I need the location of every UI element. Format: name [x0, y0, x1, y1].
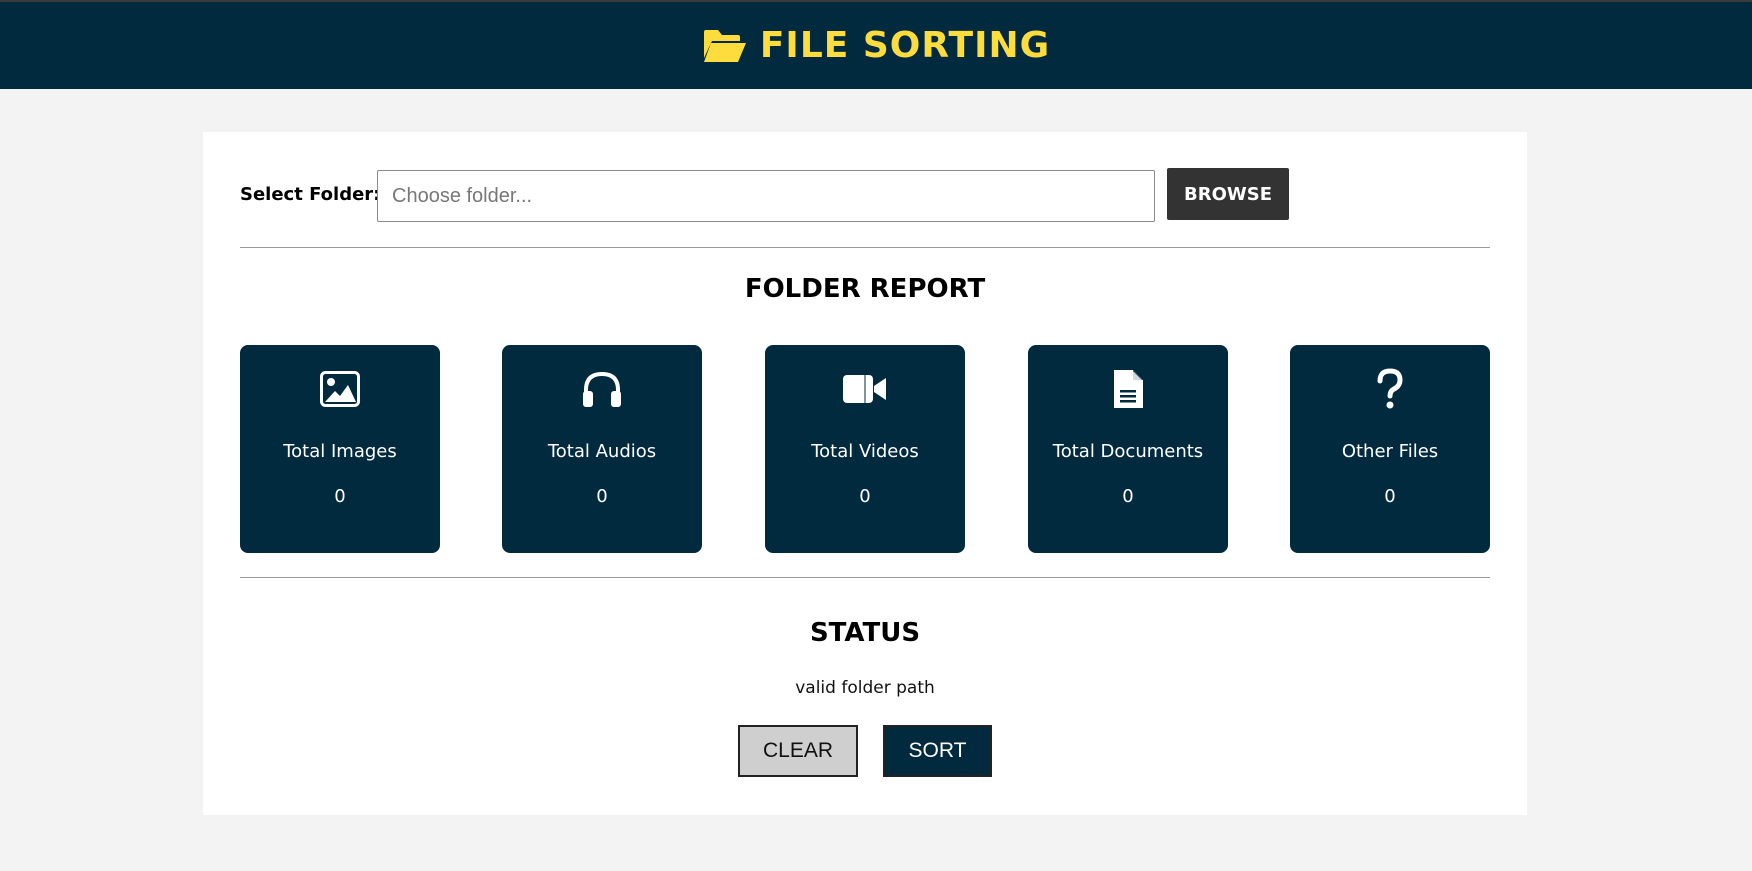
tile-label: Total Audios	[547, 441, 657, 462]
tile-total-audios: Total Audios 0	[502, 345, 702, 553]
tile-count: 0	[1384, 486, 1396, 507]
tile-label: Other Files	[1341, 441, 1439, 462]
main-card: Select Folder: BROWSE FOLDER REPORT Tota…	[203, 132, 1527, 815]
browse-button[interactable]: BROWSE	[1167, 168, 1289, 220]
tile-total-images: Total Images 0	[240, 345, 440, 553]
tile-count: 0	[859, 486, 871, 507]
document-icon	[1028, 367, 1228, 411]
tile-count: 0	[1122, 486, 1134, 507]
status-message: valid folder path	[795, 678, 935, 698]
folder-open-icon	[702, 28, 748, 64]
status-title: STATUS	[809, 618, 921, 648]
app-title: FILE SORTING	[759, 25, 1051, 66]
tile-label: Total Videos	[811, 441, 919, 462]
video-camera-icon	[765, 367, 965, 411]
question-icon	[1290, 367, 1490, 411]
tile-total-documents: Total Documents 0	[1028, 345, 1228, 553]
folder-report-title: FOLDER REPORT	[744, 274, 986, 304]
divider	[240, 577, 1490, 578]
tile-label: Total Documents	[1052, 441, 1204, 462]
select-folder-label: Select Folder:	[240, 184, 381, 205]
image-icon	[240, 367, 440, 411]
clear-button[interactable]: CLEAR	[738, 725, 858, 777]
headphones-icon	[502, 367, 702, 411]
tile-count: 0	[596, 486, 608, 507]
sort-button[interactable]: SORT	[883, 725, 992, 777]
tile-total-videos: Total Videos 0	[765, 345, 965, 553]
app-header: FILE SORTING	[0, 2, 1752, 89]
tile-other-files: Other Files 0	[1290, 345, 1490, 553]
tile-count: 0	[334, 486, 346, 507]
divider	[240, 247, 1490, 248]
tile-label: Total Images	[283, 441, 397, 462]
folder-path-input[interactable]	[377, 170, 1155, 222]
